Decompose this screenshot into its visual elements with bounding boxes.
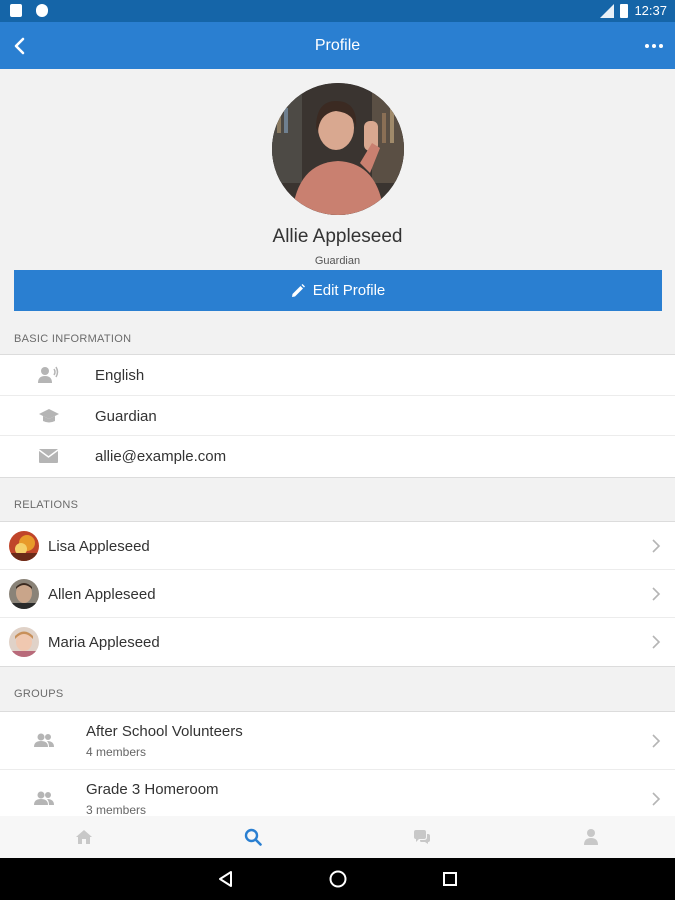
- system-nav-bar: [0, 858, 675, 900]
- basic-info-row-role: Guardian: [0, 396, 675, 436]
- home-icon: [76, 830, 93, 844]
- status-bar: 12:37: [0, 0, 675, 22]
- groups-header: GROUPS: [14, 688, 64, 700]
- group-member-count: 3 members: [86, 803, 147, 816]
- tab-search[interactable]: [169, 816, 338, 858]
- tab-home[interactable]: [0, 816, 169, 858]
- more-options-button[interactable]: [645, 39, 665, 53]
- groups-list: After School Volunteers 4 members Grade …: [0, 711, 675, 816]
- battery-icon: [620, 3, 629, 18]
- relations-header: RELATIONS: [14, 499, 79, 511]
- relation-name: Maria Appleseed: [48, 634, 160, 651]
- person-icon: [583, 829, 598, 845]
- dot-icon: [645, 44, 649, 48]
- profile-name: Allie Appleseed: [272, 226, 403, 247]
- search-icon: [244, 828, 262, 846]
- basic-info-row-email: allie@example.com: [0, 436, 675, 477]
- nav-home-button[interactable]: [327, 868, 349, 890]
- chevron-right-icon: [652, 539, 661, 553]
- avatar: [9, 579, 39, 609]
- chevron-right-icon: [652, 792, 661, 806]
- role-value: Guardian: [95, 407, 157, 425]
- language-value: English: [95, 367, 145, 384]
- relations-list: Lisa Appleseed Allen Appleseed Maria App…: [0, 521, 675, 667]
- relation-name: Lisa Appleseed: [48, 538, 150, 555]
- graduation-cap-icon: [39, 408, 59, 422]
- group-member-count: 4 members: [86, 745, 147, 759]
- square-recents-icon: [443, 872, 457, 886]
- dot-icon: [659, 44, 663, 48]
- basic-info-row-language: English: [0, 355, 675, 396]
- mail-icon: [38, 449, 59, 463]
- relation-row-maria[interactable]: Maria Appleseed: [0, 618, 675, 666]
- nav-recents-button[interactable]: [439, 868, 461, 890]
- android-icon: [36, 4, 48, 17]
- app-bar: Profile: [0, 22, 675, 69]
- profile-role: Guardian: [314, 255, 361, 267]
- tab-messages[interactable]: [338, 816, 507, 858]
- basic-info-header: BASIC INFORMATION: [14, 333, 132, 345]
- dot-icon: [652, 44, 656, 48]
- group-row-after-school[interactable]: After School Volunteers 4 members: [0, 712, 675, 770]
- edit-profile-button[interactable]: Edit Profile: [14, 270, 662, 311]
- group-name: Grade 3 Homeroom: [86, 781, 219, 798]
- group-icon: [34, 733, 54, 747]
- triangle-back-icon: [219, 871, 232, 887]
- circle-home-icon: [329, 870, 347, 888]
- relation-name: Allen Appleseed: [48, 586, 156, 603]
- edit-profile-label: Edit Profile: [312, 282, 386, 299]
- signal-icon: [600, 3, 615, 18]
- chevron-right-icon: [652, 635, 661, 649]
- group-row-grade-3[interactable]: Grade 3 Homeroom 3 members: [0, 770, 675, 816]
- status-time: 12:37: [634, 3, 667, 18]
- avatar: [9, 627, 39, 657]
- group-name: After School Volunteers: [86, 723, 243, 740]
- pencil-icon: [291, 283, 305, 297]
- relation-row-lisa[interactable]: Lisa Appleseed: [0, 522, 675, 570]
- nav-back-button[interactable]: [215, 868, 237, 890]
- page-title: Profile: [314, 37, 361, 54]
- language-icon: [38, 366, 59, 383]
- profile-avatar[interactable]: [272, 83, 404, 215]
- profile-photo: [272, 83, 404, 215]
- tab-profile[interactable]: [506, 816, 675, 858]
- bottom-tab-bar: [0, 816, 675, 858]
- group-icon: [34, 791, 54, 805]
- notification-icon: [10, 4, 22, 17]
- basic-info-list: English Guardian allie@example.com: [0, 354, 675, 478]
- avatar: [9, 531, 39, 561]
- email-value: allie@example.com: [95, 448, 227, 465]
- chevron-right-icon: [652, 734, 661, 748]
- relation-row-allen[interactable]: Allen Appleseed: [0, 570, 675, 618]
- chevron-right-icon: [652, 587, 661, 601]
- chat-icon: [413, 830, 430, 844]
